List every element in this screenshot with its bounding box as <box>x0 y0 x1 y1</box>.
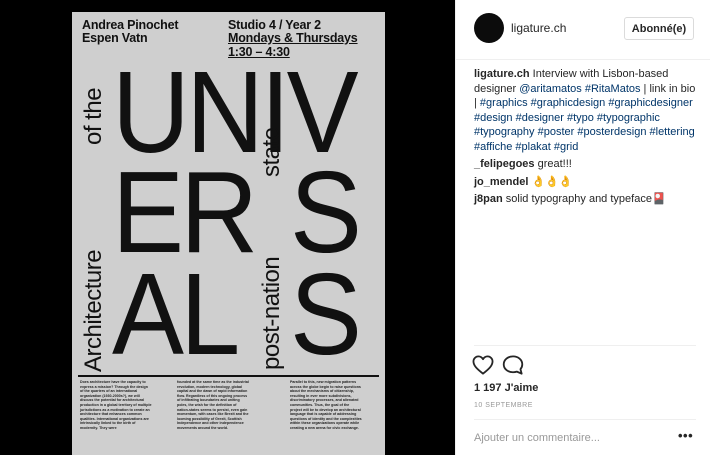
post-header: ligature.ch Abonné(e) <box>456 0 710 60</box>
post-image[interactable]: Andrea Pinochet Espen Vatn Studio 4 / Ye… <box>0 0 455 455</box>
avatar[interactable] <box>474 13 504 43</box>
post-panel: ligature.ch Abonné(e) ligature.ch Interv… <box>455 0 710 455</box>
header-username[interactable]: ligature.ch <box>511 21 566 35</box>
poster-vertical-architecture: Architecture <box>80 249 107 372</box>
poster-names: Andrea Pinochet Espen Vatn <box>82 19 179 45</box>
follow-button[interactable]: Abonné(e) <box>624 17 694 40</box>
poster-big-row2-right: S <box>290 147 362 277</box>
poster-name-2: Espen Vatn <box>82 31 148 45</box>
poster-body-col3: Parallel to this, new migration patterns… <box>290 380 362 430</box>
heart-icon[interactable] <box>472 355 494 380</box>
comment-text: solid typography and typeface🎴 <box>502 193 666 205</box>
hashtag-link-ritamatos[interactable]: #RitaMatos <box>585 83 641 95</box>
comment-username[interactable]: jo_mendel <box>474 176 528 188</box>
comment-item: jo_mendel 👌👌👌 <box>474 175 698 190</box>
poster-rule <box>78 375 379 377</box>
comment-item: j8pan solid typography and typeface🎴 <box>474 192 698 207</box>
comment-username[interactable]: j8pan <box>474 193 503 205</box>
caption-username[interactable]: ligature.ch <box>474 68 530 80</box>
hashtag-links[interactable]: #graphics #graphicdesign #graphicdesigne… <box>474 97 695 153</box>
poster-body-col2: founded at the same time as the industri… <box>177 380 249 430</box>
poster-big-row3-left: AL <box>112 249 240 379</box>
comment-username[interactable]: _felipegoes <box>474 158 535 170</box>
post-date[interactable]: 10 SEPTEMBRE <box>474 402 533 409</box>
likes-count[interactable]: 1 197 J'aime <box>474 382 538 394</box>
poster-big-row2-left: ER <box>112 147 258 277</box>
comment-icon[interactable] <box>502 355 524 380</box>
poster-vertical-post-nation: post-nation <box>258 256 285 370</box>
comment-text: 👌👌👌 <box>528 175 573 188</box>
poster-big-row3-right: S <box>290 249 362 379</box>
mention-link[interactable]: @aritamatos <box>519 83 582 95</box>
poster-days: Mondays & Thursdays <box>228 31 358 45</box>
add-comment-input[interactable] <box>474 430 659 446</box>
comments-list: ligature.ch Interview with Lisbon-based … <box>474 67 698 210</box>
poster: Andrea Pinochet Espen Vatn Studio 4 / Ye… <box>72 12 385 455</box>
divider <box>474 345 696 346</box>
poster-vertical-state: state <box>258 127 285 177</box>
poster-vertical-of-the: of the <box>80 87 107 145</box>
caption: ligature.ch Interview with Lisbon-based … <box>474 67 698 154</box>
comment-text: great!!! <box>534 158 572 170</box>
poster-body-col1: Does architecture have the capacity to e… <box>80 380 152 430</box>
comment-item: _felipegoes great!!! <box>474 157 698 172</box>
divider <box>474 419 696 420</box>
more-options-icon[interactable]: ••• <box>678 428 693 443</box>
